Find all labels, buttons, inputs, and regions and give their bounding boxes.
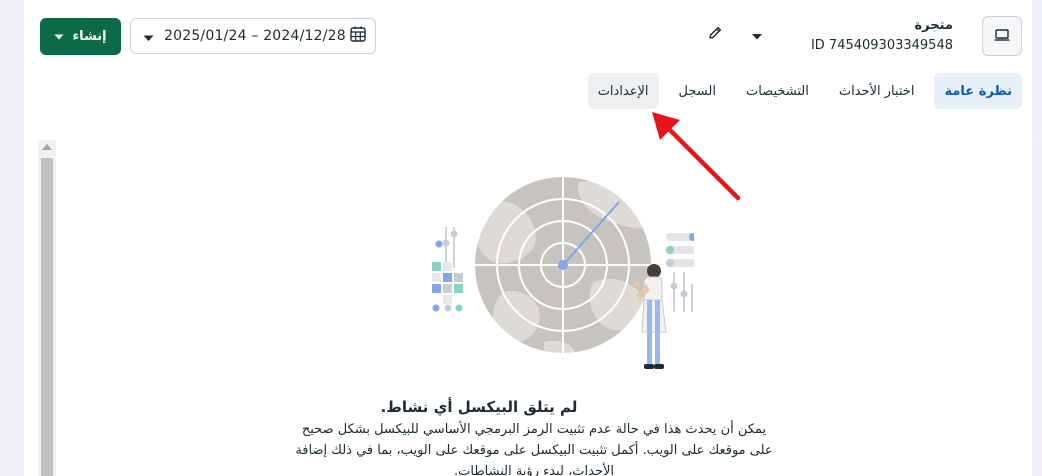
create-button[interactable]: إنشاء bbox=[40, 18, 121, 55]
chevron-down-icon bbox=[54, 29, 64, 44]
chevron-down-icon bbox=[751, 26, 763, 45]
calendar-icon bbox=[349, 25, 367, 47]
scrollbar-thumb[interactable] bbox=[41, 158, 53, 476]
date-range-text: 2025/01/24 – 2024/12/28 bbox=[164, 28, 346, 44]
edit-pixel-button[interactable] bbox=[704, 24, 726, 46]
laptop-icon bbox=[994, 27, 1010, 46]
create-button-label: إنشاء bbox=[72, 29, 107, 44]
tab-overview[interactable]: نظرة عامة bbox=[934, 73, 1022, 109]
scroll-up-arrow-icon[interactable] bbox=[42, 144, 52, 150]
tab-settings[interactable]: الإعدادات bbox=[587, 73, 659, 109]
pixel-id: ID 745409303349548 bbox=[810, 38, 953, 53]
tab-history[interactable]: السجل bbox=[669, 73, 726, 109]
device-type-badge bbox=[982, 16, 1022, 56]
chevron-down-icon bbox=[143, 27, 154, 46]
empty-state-title: لم يتلق البيكسل أي نشاط. bbox=[380, 398, 578, 416]
empty-state-description: يمكن أن يحدث هذا في حالة عدم تثبيت الرمز… bbox=[295, 422, 773, 476]
tab-test-events[interactable]: اختبار الأحداث bbox=[829, 73, 925, 109]
tab-diagnostics[interactable]: التشخيصات bbox=[736, 73, 819, 109]
vertical-scrollbar[interactable] bbox=[38, 140, 56, 476]
pixel-tabs: نظرة عامة اختبار الأحداث التشخيصات السجل… bbox=[587, 73, 1022, 109]
pixel-panel: متجرة ID 745409303349548 2025/01/24 – 20… bbox=[24, 0, 1032, 476]
empty-radar-illustration bbox=[432, 175, 694, 369]
pixel-name: متجرة bbox=[914, 18, 954, 33]
pencil-icon bbox=[707, 25, 723, 45]
date-range-picker[interactable]: 2025/01/24 – 2024/12/28 bbox=[130, 18, 376, 54]
pixel-menu-dropdown[interactable] bbox=[748, 26, 766, 44]
